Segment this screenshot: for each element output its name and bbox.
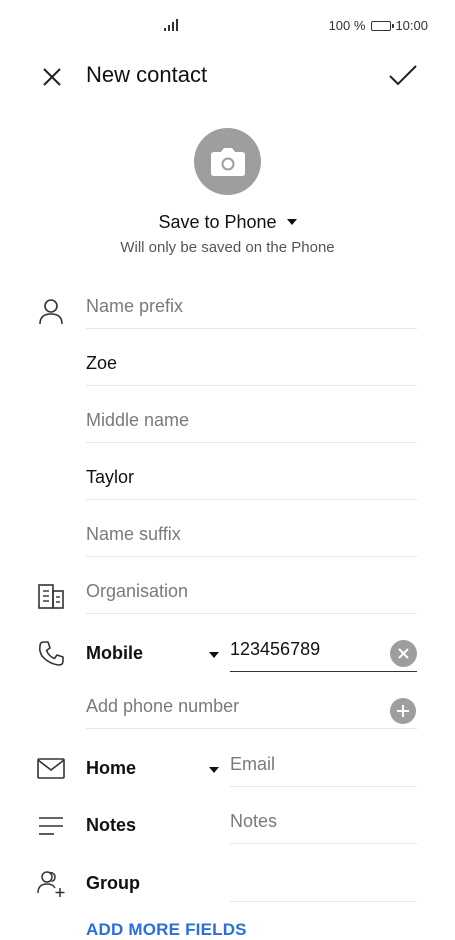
save-location-selector[interactable]: Save to Phone	[0, 212, 455, 233]
add-phone-row	[86, 691, 417, 729]
save-location-label: Save to Phone	[158, 212, 277, 232]
organisation-input[interactable]	[86, 576, 417, 606]
first-name-input[interactable]	[86, 348, 417, 378]
add-phone-button[interactable]	[390, 698, 416, 724]
battery-icon	[371, 20, 395, 31]
add-phone-input[interactable]	[86, 691, 376, 721]
person-icon	[39, 299, 63, 325]
avatar-button[interactable]	[194, 128, 261, 195]
email-row	[230, 749, 417, 787]
mail-icon	[37, 758, 65, 779]
surname-input[interactable]	[86, 462, 417, 492]
middle-name-input[interactable]	[86, 405, 417, 435]
name-suffix-row	[86, 519, 417, 557]
first-name-row	[86, 348, 417, 386]
clear-phone-button[interactable]	[390, 640, 417, 667]
notes-input[interactable]	[230, 806, 417, 836]
signal-icon	[164, 19, 178, 31]
organisation-icon	[38, 584, 64, 609]
email-type-label[interactable]: Home	[86, 758, 136, 779]
status-time: 10:00	[395, 18, 428, 33]
save-location-subtitle: Will only be saved on the Phone	[120, 239, 335, 256]
phone-icon	[38, 641, 64, 666]
plus-icon	[397, 705, 409, 717]
email-input[interactable]	[230, 749, 417, 779]
page-title: New contact	[86, 62, 208, 87]
name-suffix-input[interactable]	[86, 519, 417, 549]
group-icon	[37, 871, 65, 897]
group-row[interactable]	[230, 864, 417, 902]
status-right: 100 % 10:00	[329, 18, 428, 33]
name-prefix-input[interactable]	[86, 291, 417, 321]
caret-down-icon	[286, 219, 297, 225]
phone-number-row	[230, 634, 417, 672]
surname-row	[86, 462, 417, 500]
name-prefix-row	[86, 291, 417, 329]
email-type-caret-icon[interactable]	[209, 767, 219, 773]
add-more-fields-button[interactable]: ADD MORE FIELDS	[86, 920, 247, 940]
phone-number-input[interactable]	[230, 634, 380, 664]
battery-percent: 100 %	[328, 18, 366, 33]
notes-row	[230, 806, 417, 844]
clear-icon	[398, 648, 409, 659]
group-label[interactable]: Group	[86, 873, 140, 894]
phone-type-label[interactable]: Mobile	[86, 643, 143, 664]
middle-name-row	[86, 405, 417, 443]
notes-label: Notes	[86, 815, 137, 835]
camera-icon	[210, 147, 245, 176]
close-icon[interactable]	[38, 63, 66, 91]
organisation-row	[86, 576, 417, 614]
check-icon[interactable]	[387, 62, 419, 90]
phone-type-caret-icon[interactable]	[209, 652, 219, 658]
notes-icon	[39, 817, 63, 835]
